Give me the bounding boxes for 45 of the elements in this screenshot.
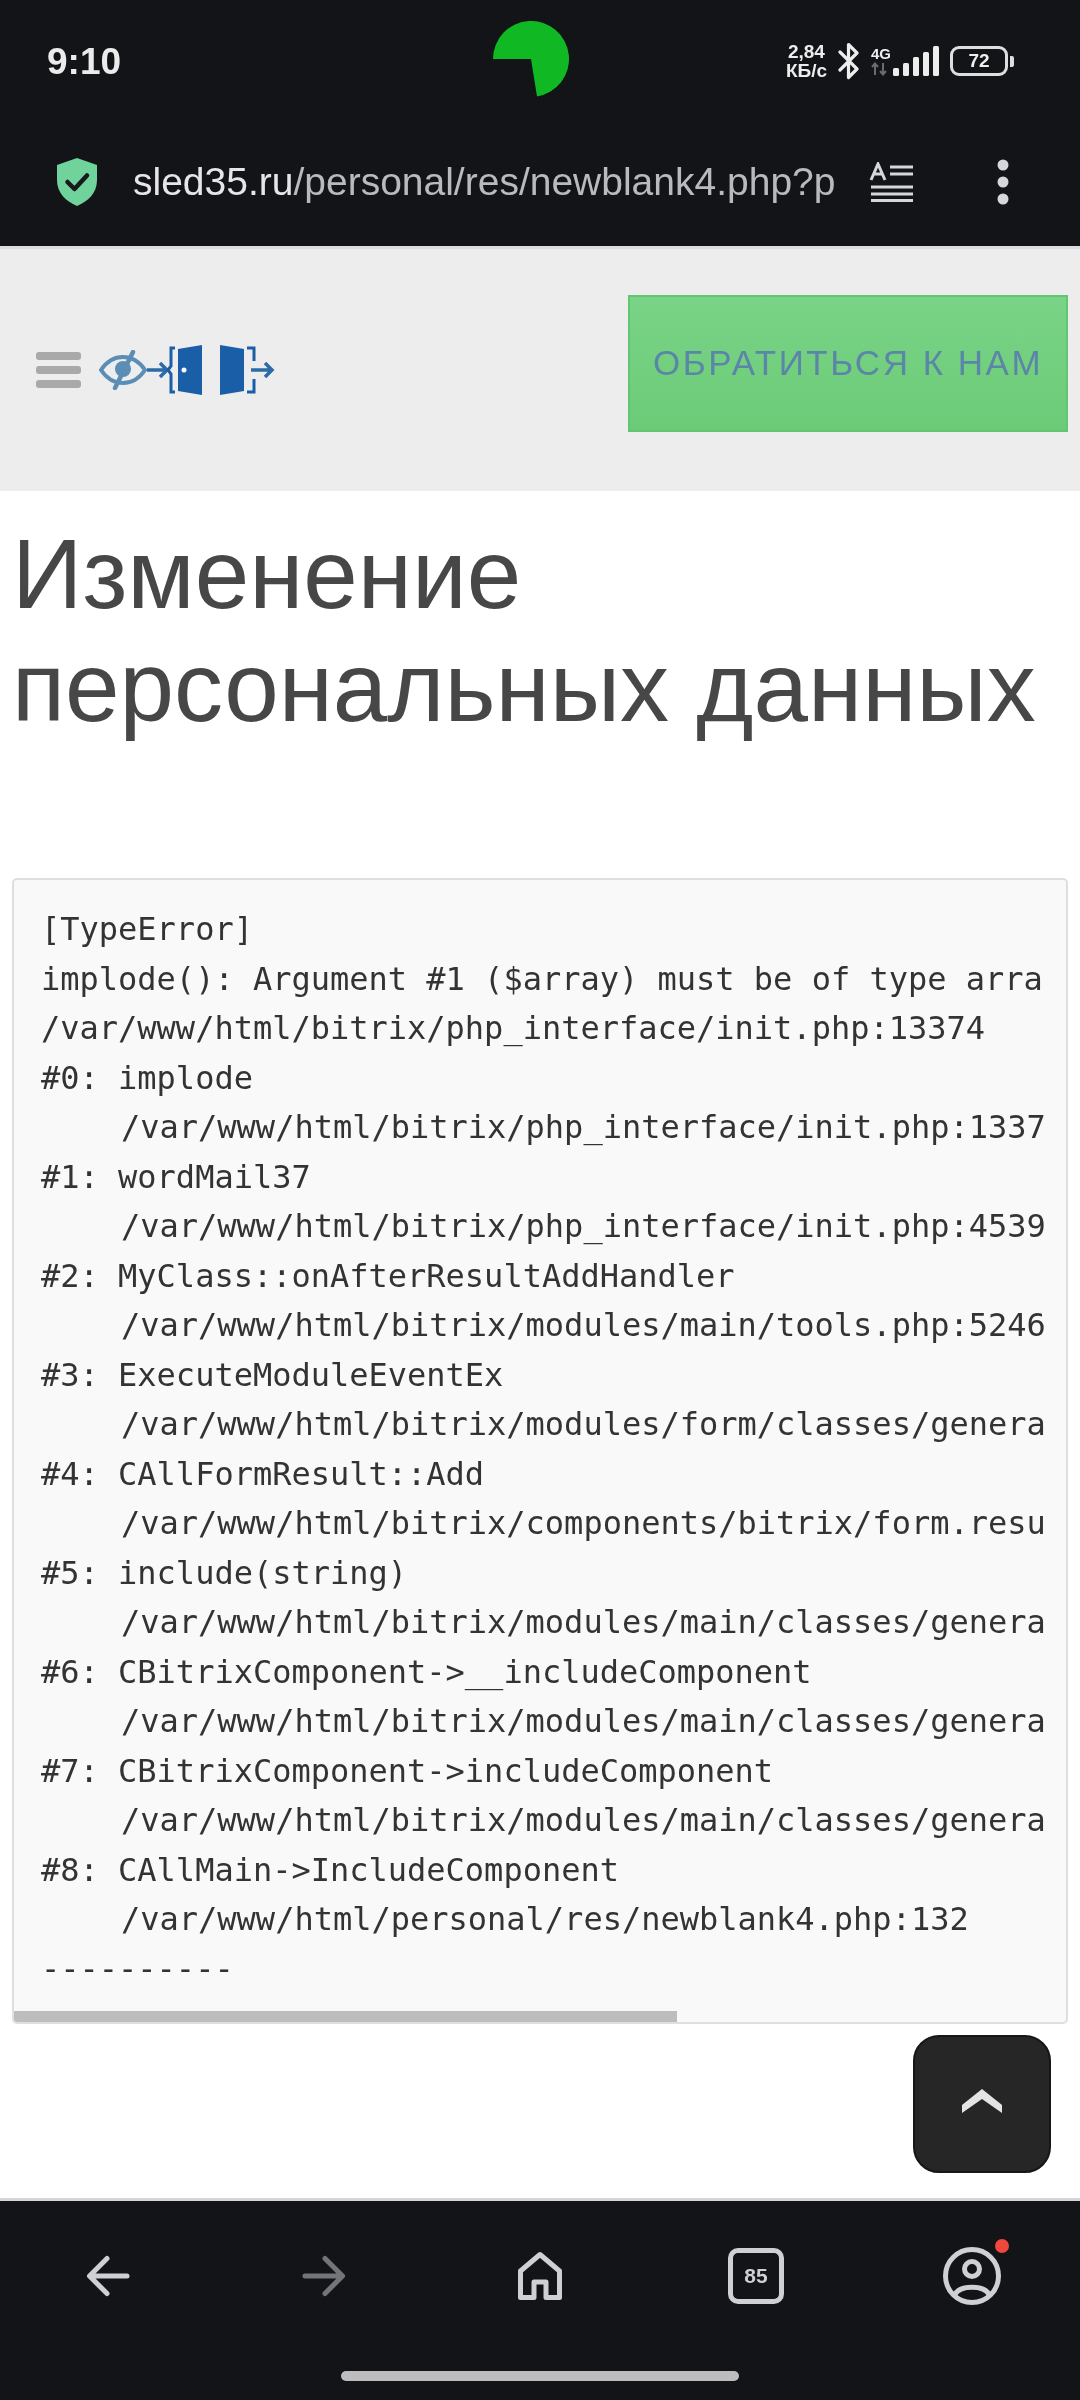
trace-location-text: /var/www/html/bitrix/modules/main/classes/genera	[121, 1701, 1046, 1742]
trace-call-text: #8: CAllMain->IncludeComponent	[41, 1849, 619, 1891]
door-enter-icon[interactable]	[147, 344, 203, 396]
back-arrow-icon[interactable]	[86, 2254, 130, 2298]
door-exit-icon[interactable]	[219, 344, 275, 396]
more-menu-icon[interactable]	[997, 159, 1009, 205]
trace-call-text: #7: CBitrixComponent->includeComponent	[41, 1750, 774, 1792]
pie-icon	[492, 21, 569, 97]
security-shield-icon	[57, 158, 97, 206]
trace-location-text: /var/www/html/bitrix/modules/main/classes/genera	[121, 1800, 1046, 1841]
data-arrows-icon	[871, 62, 887, 76]
trace-call-text: #0: implode	[41, 1057, 253, 1099]
trace-location-text: /var/www/html/bitrix/php_interface/init.php:1337	[121, 1107, 1046, 1148]
scrollbar-thumb[interactable]	[14, 2011, 677, 2022]
trace-call-text: #3: ExecuteModuleEventEx	[41, 1354, 504, 1396]
trace-location-text: /var/www/html/bitrix/modules/main/tools.php:5246	[121, 1305, 1046, 1346]
profile-icon[interactable]	[943, 2247, 1001, 2305]
error-type-text: [TypeError]	[41, 909, 253, 950]
reader-mode-icon[interactable]	[869, 162, 915, 202]
page-title: Изменение персональных данных	[12, 518, 1037, 744]
trace-call-text: #1: wordMail37	[41, 1156, 311, 1198]
clock-time: 9:10	[47, 41, 122, 83]
trace-location-text: /var/www/html/bitrix/modules/form/classes/genera	[121, 1404, 1046, 1445]
tab-switcher-button[interactable]: 85	[728, 2248, 784, 2304]
trace-call-text: #6: CBitrixComponent->__includeComponent	[41, 1651, 812, 1693]
trace-call-text: #5: include(string)	[41, 1552, 408, 1594]
eye-slash-icon[interactable]	[99, 350, 147, 390]
trace-call-text: #2: MyClass::onAfterResultAddHandler	[41, 1255, 735, 1297]
error-message-text: implode(): Argument #1 ($array) must be of type arra	[41, 958, 1043, 1000]
network-speed-text: 2,84	[787, 42, 825, 61]
scroll-to-top-button[interactable]	[913, 2035, 1051, 2173]
trace-location-text: /var/www/html/personal/res/newblank4.php:132	[121, 1899, 969, 1940]
signal-icon	[893, 46, 939, 76]
trace-location-text: /var/www/html/bitrix/php_interface/init.php:4539	[121, 1206, 1046, 1247]
battery-indicator: 72	[950, 46, 1014, 76]
error-location-text: /var/www/html/bitrix/php_interface/init.php:13374	[41, 1008, 985, 1049]
trace-location-text: /var/www/html/bitrix/modules/main/classes/genera	[121, 1602, 1046, 1643]
separator-text: ----------	[41, 1948, 234, 1990]
bluetooth-icon	[838, 42, 860, 80]
chevron-up-icon	[962, 2089, 1002, 2113]
network-type-text: 4G	[871, 46, 891, 61]
home-icon[interactable]	[517, 2251, 563, 2301]
speed-unit-text: КБ/с	[785, 61, 827, 80]
trace-call-text: #4: CAllFormResult::Add	[41, 1453, 485, 1495]
trace-location-text: /var/www/html/bitrix/components/bitrix/form.resu	[121, 1503, 1046, 1544]
